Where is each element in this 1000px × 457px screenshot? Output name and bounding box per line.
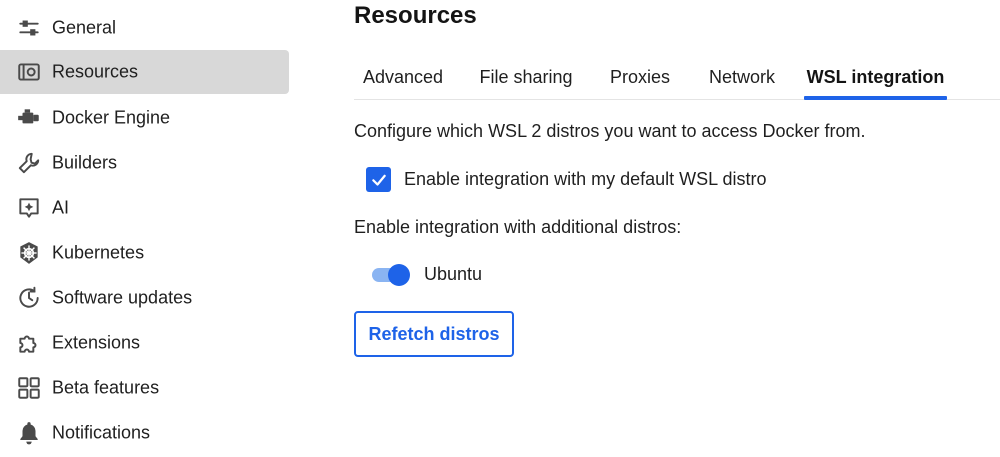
- bell-icon: [15, 419, 43, 447]
- settings-sidebar: General Resources Docker Engine Builders…: [0, 0, 290, 457]
- tab-wsl-integration[interactable]: WSL integration: [804, 54, 947, 100]
- sidebar-item-label: Resources: [52, 61, 139, 82]
- puzzle-icon: [15, 329, 43, 357]
- ubuntu-distro-label: Ubuntu: [424, 264, 483, 284]
- refetch-distros-button[interactable]: Refetch distros: [354, 311, 514, 357]
- ai-icon: [15, 194, 43, 222]
- active-tab-indicator: [804, 96, 947, 100]
- sidebar-item-general[interactable]: General: [0, 6, 289, 50]
- sidebar-item-label: Kubernetes: [52, 242, 145, 263]
- sidebar-item-resources[interactable]: Resources: [0, 50, 289, 94]
- sidebar-item-notifications[interactable]: Notifications: [0, 411, 289, 455]
- default-distro-checkbox[interactable]: [366, 167, 391, 192]
- sidebar-item-builders[interactable]: Builders: [0, 141, 289, 185]
- ubuntu-toggle[interactable]: [372, 263, 410, 287]
- kubernetes-icon: [15, 239, 43, 267]
- sidebar-item-label: Software updates: [52, 287, 193, 308]
- tab-advanced[interactable]: Advanced: [354, 54, 452, 100]
- tab-proxies[interactable]: Proxies: [602, 54, 678, 100]
- tab-label: File sharing: [479, 66, 573, 87]
- sidebar-item-software-updates[interactable]: Software updates: [0, 276, 289, 320]
- tab-bar: Advanced File sharing Proxies Network WS…: [354, 54, 1000, 100]
- resources-icon: [15, 58, 43, 86]
- grid-icon: [15, 374, 43, 402]
- sidebar-item-label: Beta features: [52, 377, 160, 398]
- tab-label: WSL integration: [806, 66, 945, 87]
- tab-network[interactable]: Network: [700, 54, 784, 100]
- engine-icon: [15, 104, 43, 132]
- sidebar-item-label: AI: [52, 197, 70, 218]
- checkmark-icon: [371, 174, 386, 186]
- sidebar-item-ai[interactable]: AI: [0, 186, 289, 230]
- toggle-knob: [388, 264, 410, 286]
- tab-label: Network: [708, 66, 775, 87]
- wsl-description: Configure which WSL 2 distros you want t…: [354, 121, 866, 141]
- settings-window: General Resources Docker Engine Builders…: [0, 0, 1000, 457]
- tab-label: Advanced: [362, 66, 444, 87]
- page-title: Resources: [354, 2, 477, 29]
- default-distro-label[interactable]: Enable integration with my default WSL d…: [404, 169, 767, 190]
- sidebar-item-docker-engine[interactable]: Docker Engine: [0, 96, 289, 140]
- wrench-icon: [15, 149, 43, 177]
- sidebar-item-label: Notifications: [52, 422, 151, 443]
- sidebar-item-label: Docker Engine: [52, 107, 171, 128]
- sidebar-item-beta-features[interactable]: Beta features: [0, 366, 289, 410]
- tab-label: Proxies: [609, 66, 671, 87]
- sidebar-item-label: Extensions: [52, 332, 141, 353]
- sidebar-item-kubernetes[interactable]: Kubernetes: [0, 231, 289, 275]
- sidebar-item-label: General: [52, 17, 117, 38]
- sliders-icon: [15, 14, 43, 42]
- additional-distros-heading: Enable integration with additional distr…: [354, 217, 682, 237]
- sidebar-item-label: Builders: [52, 152, 118, 173]
- tab-file-sharing[interactable]: File sharing: [468, 54, 584, 100]
- sidebar-item-extensions[interactable]: Extensions: [0, 321, 289, 365]
- update-icon: [15, 284, 43, 312]
